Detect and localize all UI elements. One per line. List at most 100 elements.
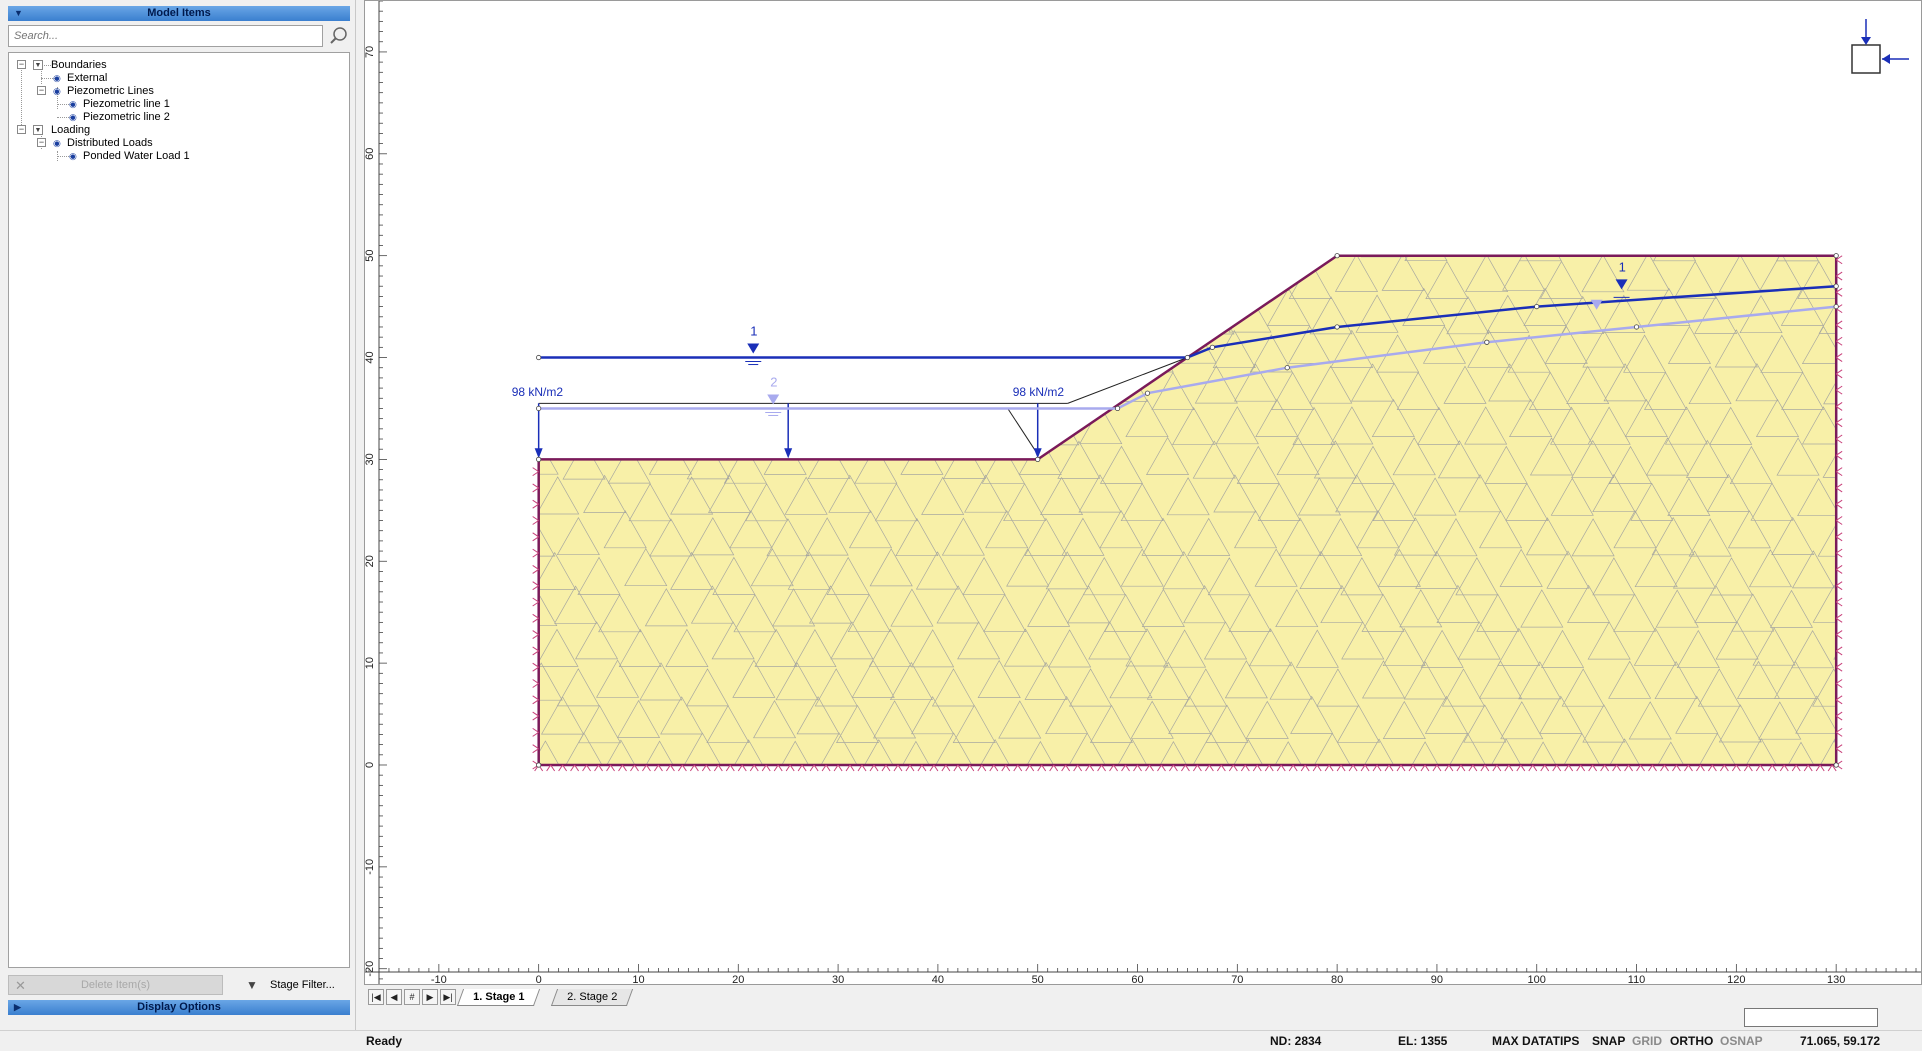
load-arrowhead — [784, 448, 793, 459]
vertex-point — [1334, 253, 1340, 259]
search-input[interactable] — [8, 25, 323, 47]
delete-items-label: Delete Item(s) — [80, 979, 151, 991]
y-tick-label: 0 — [365, 762, 376, 768]
max-datatips-toggle[interactable]: MAX DATATIPS — [1492, 1031, 1579, 1051]
model-canvas[interactable]: 1 2 1 98 kN/m2 98 kN/m2 70 60 50 40 30 20 10 0 -10 -20… — [364, 0, 1922, 986]
model-items-panel: ▼ Model Items − ▼ Boundaries ◉ External … — [0, 0, 356, 1050]
expand-distributed-loads-icon[interactable]: − — [37, 138, 46, 147]
expand-boundaries-icon[interactable]: − — [17, 60, 26, 69]
status-bar: Ready ND: 2834 EL: 1355 MAX DATATIPS SNA… — [0, 1030, 1922, 1050]
ortho-toggle[interactable]: ORTHO — [1670, 1031, 1713, 1051]
vertex-point — [1334, 324, 1340, 330]
water-table-icon — [747, 343, 760, 354]
y-tick-label: 30 — [365, 453, 376, 465]
osnap-toggle[interactable]: OSNAP — [1720, 1031, 1763, 1051]
x-tick-label: 20 — [732, 974, 744, 984]
collapse-triangle-icon[interactable]: ▼ — [14, 6, 23, 21]
eye-icon[interactable]: ◉ — [69, 112, 77, 123]
y-tick-label: 40 — [365, 351, 376, 363]
tree-item-distributed-loads[interactable]: Distributed Loads — [67, 136, 153, 150]
y-tick-label: -10 — [365, 859, 376, 875]
vertex-point — [1284, 365, 1290, 371]
vertex-point — [536, 354, 542, 361]
overview-box[interactable] — [1744, 1008, 1878, 1027]
view-orientation-icon[interactable] — [1851, 19, 1909, 74]
stage-filter-button[interactable]: ▼ Stage Filter... — [242, 975, 352, 995]
load-magnitude-label: 98 kN/m2 — [512, 385, 564, 399]
main-view: 1 2 1 98 kN/m2 98 kN/m2 70 60 50 40 30 20 10 0 -10 -20… — [362, 0, 1922, 1050]
x-tick-label: 50 — [1032, 974, 1044, 984]
eye-icon[interactable]: ◉ — [53, 138, 61, 149]
search-icon[interactable] — [328, 25, 350, 47]
tree-item-piezometric-lines[interactable]: Piezometric Lines — [67, 84, 154, 98]
tab-stage-1[interactable]: 1. Stage 1 — [456, 989, 541, 1006]
tree-item-piezometric-line-2[interactable]: Piezometric line 2 — [83, 110, 170, 124]
delete-items-button[interactable]: ✕ Delete Item(s) — [8, 975, 223, 995]
x-tick-label: 120 — [1727, 974, 1745, 984]
model-items-title: Model Items — [147, 7, 211, 19]
tree-item-boundaries[interactable]: Boundaries — [51, 58, 107, 72]
display-options-title: Display Options — [137, 1001, 221, 1013]
status-element-count: EL: 1355 — [1398, 1034, 1448, 1048]
next-stage-icon[interactable]: ▶ — [422, 989, 438, 1005]
vertex-point — [1534, 303, 1540, 310]
display-options-header[interactable]: ▶ Display Options — [8, 1000, 350, 1015]
snap-toggle[interactable]: SNAP — [1592, 1031, 1625, 1051]
eye-icon[interactable]: ◉ — [53, 86, 61, 97]
expand-piezometric-lines-icon[interactable]: − — [37, 86, 46, 95]
prev-stage-icon[interactable]: ◀ — [386, 989, 402, 1005]
stage-filter-label: Stage Filter... — [270, 979, 335, 991]
eye-icon[interactable]: ◉ — [69, 151, 77, 162]
tab-stage-2[interactable]: 2. Stage 2 — [550, 989, 634, 1006]
expand-loading-icon[interactable]: − — [17, 125, 26, 134]
model-drawing[interactable]: 12198 kN/m2 98 kN/m2706050403020100-10-20… — [364, 0, 1921, 986]
y-tick-label: 10 — [365, 657, 376, 669]
x-tick-label: 100 — [1528, 974, 1546, 984]
tree-item-ponded-water-load-1[interactable]: Ponded Water Load 1 — [83, 149, 190, 163]
x-tick-label: 70 — [1231, 974, 1243, 984]
tree-connector — [41, 69, 42, 84]
x-tick-label: 130 — [1827, 974, 1845, 984]
eye-icon[interactable]: ◉ — [69, 99, 77, 110]
eye-icon[interactable]: ◉ — [53, 73, 61, 84]
x-tick-label: 30 — [832, 974, 844, 984]
last-stage-icon[interactable]: ▶| — [440, 989, 456, 1005]
soil-region — [538, 255, 1837, 765]
first-stage-icon[interactable]: |◀ — [368, 989, 384, 1005]
load-side-line — [1007, 408, 1039, 455]
vertex-point — [1633, 324, 1640, 330]
tree-item-piezometric-line-1[interactable]: Piezometric line 1 — [83, 97, 170, 111]
x-tick-label: 80 — [1331, 974, 1343, 984]
expand-triangle-icon[interactable]: ▶ — [14, 1000, 21, 1015]
grid-toggle[interactable]: GRID — [1632, 1031, 1662, 1051]
status-node-count: ND: 2834 — [1270, 1034, 1322, 1048]
cursor-coordinates: 71.065, 59.172 — [1800, 1034, 1881, 1048]
delete-x-icon: ✕ — [15, 978, 26, 993]
boundaries-visibility-checkbox[interactable]: ▼ — [33, 60, 43, 70]
x-tick-label: 40 — [932, 974, 944, 984]
model-items-header[interactable]: ▼ Model Items — [8, 6, 350, 21]
x-tick-label: 90 — [1431, 974, 1443, 984]
vertex-point — [536, 762, 542, 768]
x-tick-label: -10 — [431, 974, 447, 984]
model-items-tree: − ▼ Boundaries ◉ External − ◉ Piezometri… — [8, 52, 350, 968]
y-tick-label: 20 — [365, 555, 376, 567]
vertex-point — [1114, 405, 1121, 412]
stage-tab-bar: |◀ ◀ # ▶ ▶| 1. Stage 1 2. Stage 2 — [364, 988, 1922, 1008]
vertex-point — [1484, 339, 1490, 345]
vertex-point — [536, 456, 542, 462]
vertex-point — [1035, 456, 1041, 462]
piezometric-label: 2 — [770, 374, 777, 389]
tree-item-loading[interactable]: Loading — [51, 123, 90, 137]
piezometric-label: 1 — [1619, 259, 1626, 274]
loading-visibility-checkbox[interactable]: ▼ — [33, 125, 43, 135]
piezometric-label: 1 — [750, 324, 757, 339]
stage-number-icon[interactable]: # — [404, 989, 420, 1005]
x-tick-label: 10 — [632, 974, 644, 984]
tree-item-external[interactable]: External — [67, 71, 107, 85]
vertex-point — [1833, 762, 1839, 768]
y-tick-label: 50 — [365, 250, 376, 262]
y-tick-label: 60 — [365, 148, 376, 160]
funnel-icon: ▼ — [246, 978, 258, 992]
vertex-point — [1209, 344, 1215, 350]
